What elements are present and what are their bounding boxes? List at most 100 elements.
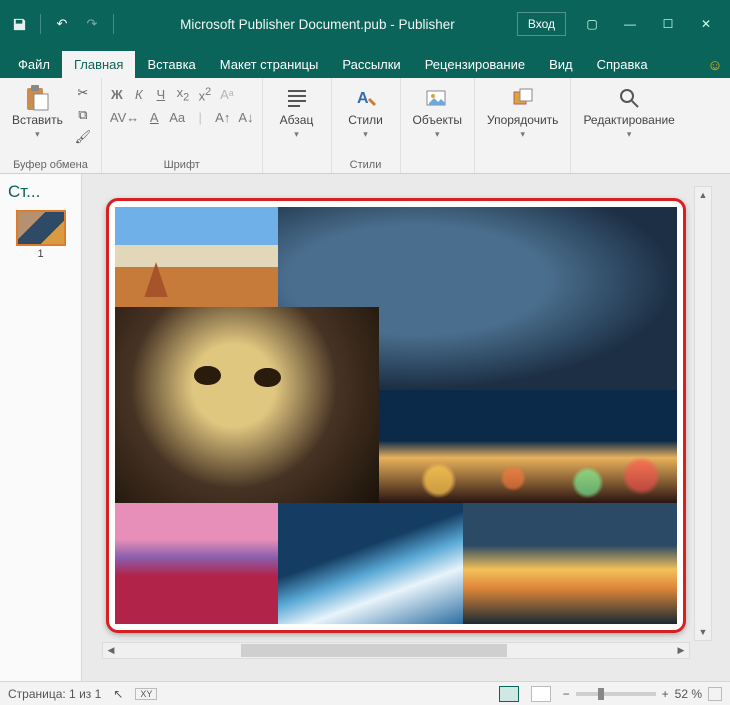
dropdown-caret-icon: ▾ [520,129,525,140]
dropdown-caret-icon: ▾ [627,129,632,140]
group-label-styles: Стили [340,157,392,171]
page-info-label: Страница: 1 из 1 [8,687,101,701]
zoom-slider[interactable] [576,692,656,696]
group-objects: Объекты ▾ [401,78,476,173]
styles-icon: A [352,84,380,112]
grow-font-button[interactable]: A↑ [215,110,230,125]
dropdown-caret-icon: ▾ [294,129,299,140]
close-button[interactable]: ✕ [688,10,724,38]
feedback-icon[interactable]: ☺ [700,57,730,78]
group-editing: Редактирование ▾ [571,78,686,173]
zoom-out-button[interactable]: − [563,687,570,701]
image-bokeh-lights[interactable] [379,390,677,503]
paste-icon [23,84,51,112]
image-ocean-sunset[interactable] [463,503,677,624]
scroll-down-icon[interactable]: ▼ [699,624,708,640]
undo-button[interactable]: ↶ [49,11,75,37]
group-styles: A Стили ▾ Стили [332,78,401,173]
image-surfer[interactable] [278,503,463,624]
char-spacing-button[interactable]: AV↔ [110,110,139,125]
cut-button[interactable]: ✂ [73,84,93,102]
arrange-label: Упорядочить [487,114,558,127]
maximize-button[interactable]: ☐ [650,10,686,38]
minimize-button[interactable]: — [612,10,648,38]
vertical-scrollbar[interactable]: ▲ ▼ [694,186,712,641]
quick-access-toolbar: ↶ ↷ [6,11,118,37]
font-color-button[interactable]: A [147,110,161,125]
tab-help[interactable]: Справка [585,51,660,78]
status-bar: Страница: 1 из 1 ↖ XY − + 52 % [0,681,730,705]
dropdown-caret-icon: ▾ [35,129,40,140]
tab-mailings[interactable]: Рассылки [330,51,412,78]
editing-button[interactable]: Редактирование ▾ [579,82,678,142]
zoom-fit-button[interactable] [708,687,722,701]
italic-button[interactable]: К [132,87,146,102]
scroll-right-icon[interactable]: ▶ [673,645,689,656]
image-cheetah[interactable] [115,307,379,503]
pages-panel-title: Ст... [0,180,48,210]
styles-button[interactable]: A Стили ▾ [340,82,392,142]
publication-page[interactable] [106,198,686,633]
image-tulip-field[interactable] [115,503,278,624]
document-title: Microsoft Publisher Document.pub - Publi… [118,17,517,32]
group-label-font: Шрифт [110,157,254,171]
change-case-button[interactable]: Aa [169,110,185,125]
tab-insert[interactable]: Вставка [135,51,207,78]
objects-icon [423,84,451,112]
objects-button[interactable]: Объекты ▾ [409,82,467,142]
styles-label: Стили [348,114,383,127]
window-controls: ▢ — ☐ ✕ [574,10,724,38]
image-collage [115,207,677,624]
group-clipboard: Вставить ▾ ✂ ⧉ 🖌 Буфер обмена [0,78,102,173]
underline-button[interactable]: Ч [154,87,168,102]
tab-file[interactable]: Файл [6,51,62,78]
scroll-thumb[interactable] [241,644,507,657]
dropdown-caret-icon: ▾ [435,129,440,140]
scroll-track[interactable] [119,643,673,658]
tab-page-layout[interactable]: Макет страницы [208,51,331,78]
group-paragraph: Абзац ▾ [263,78,332,173]
font-controls: Ж К Ч x2 x2 Aᵃ AV↔ A Aa | A↑ A↓ [110,82,254,125]
page-thumbnail[interactable] [16,210,66,246]
redo-button[interactable]: ↷ [79,11,105,37]
format-painter-button[interactable]: 🖌 [73,128,93,146]
canvas-area: ▲ ▼ ◀ ▶ [82,174,730,681]
save-button[interactable] [6,11,32,37]
tab-home[interactable]: Главная [62,51,135,78]
view-two-page-button[interactable] [531,686,551,702]
copy-button[interactable]: ⧉ [73,106,93,124]
ribbon-options-button[interactable]: ▢ [574,10,610,38]
arrange-icon [509,84,537,112]
zoom-value[interactable]: 52 % [675,687,702,701]
view-single-page-button[interactable] [499,686,519,702]
horizontal-scrollbar[interactable]: ◀ ▶ [102,642,690,659]
superscript-button[interactable]: x2 [198,86,212,103]
zoom-control: − + 52 % [563,687,722,701]
group-font: Ж К Ч x2 x2 Aᵃ AV↔ A Aa | A↑ A↓ Шрифт [102,78,263,173]
paragraph-label: Абзац [280,114,314,127]
subscript-button[interactable]: x2 [176,85,190,104]
account-sign-in[interactable]: Вход [517,12,566,36]
svg-text:A: A [357,90,369,107]
pointer-mode-icon[interactable]: ↖ [113,687,123,701]
bold-button[interactable]: Ж [110,87,124,102]
paste-button[interactable]: Вставить ▾ [8,82,67,142]
editing-label: Редактирование [583,114,674,127]
zoom-in-button[interactable]: + [662,687,669,701]
arrange-button[interactable]: Упорядочить ▾ [483,82,562,142]
work-area: Ст... 1 ▲ ▼ ◀ ▶ [0,174,730,681]
paragraph-button[interactable]: Абзац ▾ [271,82,323,142]
dropdown-caret-icon: ▾ [363,129,368,140]
shrink-font-button[interactable]: A↓ [238,110,253,125]
ribbon: Вставить ▾ ✂ ⧉ 🖌 Буфер обмена Ж К Ч x2 x… [0,78,730,174]
search-icon [615,84,643,112]
group-arrange: Упорядочить ▾ [475,78,571,173]
tab-view[interactable]: Вид [537,51,585,78]
image-desert[interactable] [115,207,278,307]
scroll-left-icon[interactable]: ◀ [103,645,119,656]
group-label-clipboard: Буфер обмена [8,157,93,171]
clear-format-button[interactable]: Aᵃ [220,87,234,102]
tab-review[interactable]: Рецензирование [413,51,537,78]
scroll-up-icon[interactable]: ▲ [699,187,708,203]
title-bar: ↶ ↷ Microsoft Publisher Document.pub - P… [0,0,730,48]
